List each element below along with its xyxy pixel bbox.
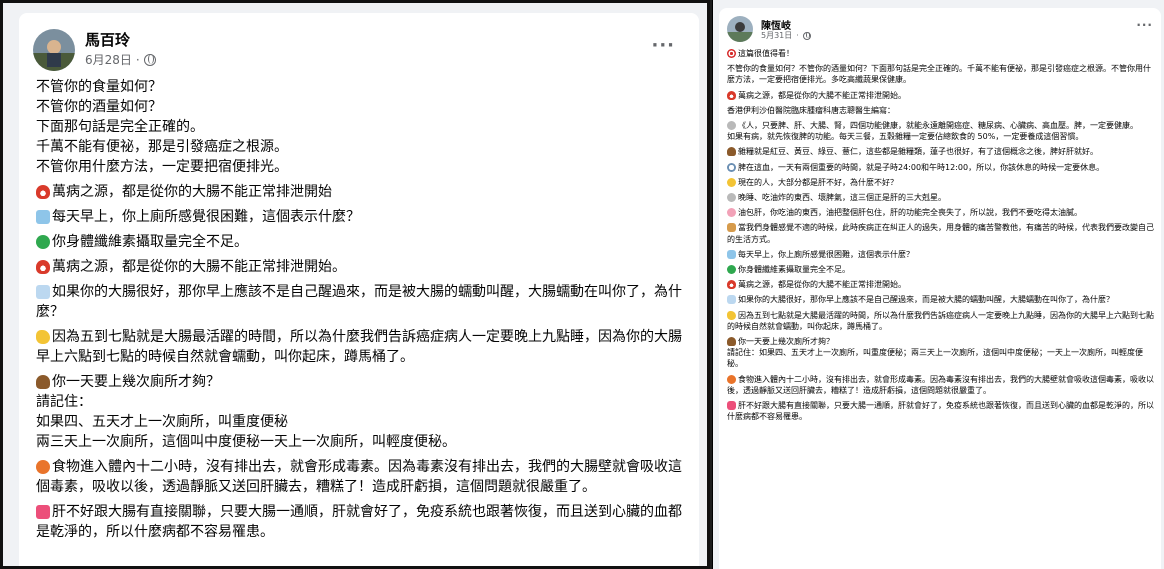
right-post-card: 陳恆岐 5月31日 · ··· 這篇很值得看！ 不管你的食量如何？不管你的酒量如… — [719, 8, 1161, 569]
post-paragraph: 《人，只要脾、肝、大腸、腎，四個功能健康，就能永遠離開癌症、糖尿病、心臟病、高血… — [727, 121, 1138, 142]
post-paragraph: 你一天要上幾次廁所才夠？ 請記住： 如果四、五天才上一次廁所，叫重度便秘 兩三天… — [36, 374, 456, 450]
lips-icon — [727, 280, 736, 290]
hand-icon — [727, 193, 736, 203]
post-paragraph: 肝不好跟大腸有直接關聯，只要大腸一通順，肝就會好了，免疫系統也跟著恢復，而且送到… — [727, 401, 1154, 422]
recycle-icon — [36, 235, 50, 249]
post-paragraph: 你身體纖維素攝取量完全不足。 — [36, 232, 690, 252]
cyclist-icon — [727, 374, 736, 384]
toilet-icon — [36, 210, 50, 224]
baby-bottle-icon — [727, 295, 736, 305]
post-paragraph: 萬病之源，都是從你的大腸不能正常排泄開始。 — [36, 257, 690, 277]
post-paragraph: 你一天要上幾次廁所才夠？ 請記住：如果四、五天才上一次廁所，叫重度便秘；兩三天上… — [727, 337, 1143, 369]
right-post-date[interactable]: 5月31日 — [761, 30, 792, 41]
mushroom-icon — [36, 185, 50, 199]
clock-icon — [727, 162, 736, 172]
recycle-icon — [727, 265, 736, 275]
avatar-image-icon — [727, 16, 753, 42]
more-options-icon[interactable]: ··· — [651, 35, 675, 56]
more-options-icon[interactable]: ··· — [1136, 18, 1153, 32]
pig-icon — [727, 208, 736, 218]
post-paragraph: 食物進入體內十二小時，沒有排出去，就會形成毒素。因為毒素沒有排出去，我們的大腸壁… — [727, 374, 1154, 395]
post-paragraph: 每天早上，你上廁所感覺很困難，這個表示什麼？ — [36, 207, 690, 227]
post-paragraph: 因為五到七點就是大腸最活躍的時間，所以為什麼我們告訴癌症病人一定要晚上九點睡，因… — [36, 329, 682, 365]
toilet-icon — [727, 249, 736, 259]
post-paragraph: 如果你的大腸很好，那你早上應該不是自己醒過來，而是被大腸的蠕動叫醒，大腸蠕動在叫… — [36, 284, 682, 320]
post-paragraph: 萬病之源，都是從你的大腸不能正常排泄開始 — [36, 182, 690, 202]
cyclist-icon — [36, 460, 50, 474]
post-paragraph: 每天早上，你上廁所感覺很困難，這個表示什麼？ — [727, 249, 1155, 260]
globe-icon — [802, 31, 811, 40]
baby-bottle-icon — [36, 285, 50, 299]
lips-icon — [727, 90, 736, 100]
bowl-icon — [727, 147, 736, 157]
left-post-meta: 6月28日 · — [85, 51, 156, 68]
post-paragraph: 如果你的大腸很好，那你早上應該不是自己醒過來，而是被大腸的蠕動叫醒，大腸蠕動在叫… — [727, 294, 1155, 305]
post-paragraph: 不管你的食量如何？不管你的酒量如何？下面那句話是完全正確的。千萬不能有便祕，那是… — [727, 64, 1151, 85]
post-paragraph: 晚睡、吃油炸的東西、壞脾氣，這三個正是肝的三大剋星。 — [727, 192, 1155, 203]
left-post-card: 馬百玲 6月28日 · ··· 不管你的食量如何？ 不管你的酒量如何？ 下面那句… — [19, 13, 699, 566]
mushroom-icon — [36, 260, 50, 274]
poop-icon — [727, 337, 736, 347]
left-post-date[interactable]: 6月28日 — [85, 51, 132, 68]
heart-icon — [727, 401, 736, 411]
post-paragraph: 現在的人，大部分都是肝不好，為什麼不好？ — [727, 177, 1155, 188]
banana-icon — [36, 330, 50, 344]
right-screenshot-pane: 陳恆岐 5月31日 · ··· 這篇很值得看！ 不管你的食量如何？不管你的酒量如… — [712, 0, 1164, 569]
post-paragraph: 不管你的食量如何？ 不管你的酒量如何？ 下面那句話是完全正確的。 千萬不能有便祕… — [36, 79, 288, 175]
right-post-body: 這篇很值得看！ 不管你的食量如何？不管你的酒量如何？下面那句話是完全正確的。千萬… — [727, 48, 1155, 426]
post-paragraph: 油包肝，你吃油的東西，油把整個肝包住，肝的功能完全喪失了，所以說，我們不要吃得太… — [727, 207, 1155, 218]
poop-icon — [36, 375, 50, 389]
post-paragraph: 萬病之源，都是從你的大腸不能正常排泄開始。 — [727, 90, 1155, 101]
left-author-name[interactable]: 馬百玲 — [85, 29, 130, 50]
avatar-image-icon — [33, 29, 75, 71]
post-paragraph: 這篇很值得看！ — [727, 48, 1155, 59]
post-paragraph: 食物進入體內十二小時，沒有排出去，就會形成毒素。因為毒素沒有排出去，我們的大腸壁… — [36, 459, 682, 495]
person-icon — [727, 121, 736, 131]
post-paragraph: 香港伊利沙伯醫院臨床腫瘤科唐志聰醫生編寫： — [727, 105, 895, 115]
right-author-avatar[interactable] — [727, 16, 753, 42]
target-icon — [727, 49, 736, 58]
left-author-avatar[interactable] — [33, 29, 75, 71]
globe-icon — [143, 53, 156, 66]
post-paragraph: 脾在這血，一天有兩個重要的時間，就是子時24:00和午時12:00，所以，你該休… — [727, 162, 1155, 173]
post-paragraph: 因為五到七點就是大腸最活躍的時間，所以為什麼我們告訴癌症病人一定要晚上九點睡，因… — [727, 310, 1154, 331]
right-post-meta: 5月31日 · — [761, 30, 811, 41]
heart-icon — [36, 505, 50, 519]
sunglasses-face-icon — [727, 177, 736, 187]
kneeling-person-icon — [727, 223, 736, 233]
banana-icon — [727, 310, 736, 320]
left-screenshot-pane: 馬百玲 6月28日 · ··· 不管你的食量如何？ 不管你的酒量如何？ 下面那句… — [0, 0, 710, 569]
post-paragraph: 萬病之源，都是從你的大腸不能正常排泄開始。 — [727, 279, 1155, 290]
post-paragraph: 雜糧就是紅豆、黃豆、綠豆、薏仁，這些都是雜糧類，蓮子也很好，有了這個概念之後，脾… — [727, 146, 1155, 157]
post-paragraph: 你身體纖維素攝取量完全不足。 — [727, 264, 1155, 275]
post-paragraph: 肝不好跟大腸有直接關聯，只要大腸一通順，肝就會好了，免疫系統也跟著恢復，而且送到… — [36, 504, 682, 540]
post-paragraph: 當我們身體感覺不適的時候，此時疾病正在糾正人的過失，用身體的痛苦警教他，有痛苦的… — [727, 223, 1154, 244]
left-post-body: 不管你的食量如何？ 不管你的酒量如何？ 下面那句話是完全正確的。 千萬不能有便祕… — [36, 77, 690, 547]
